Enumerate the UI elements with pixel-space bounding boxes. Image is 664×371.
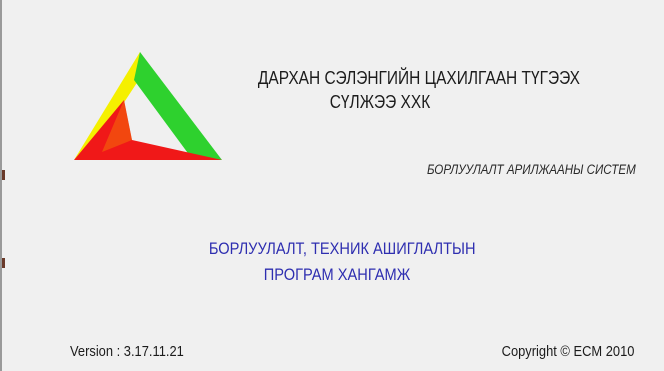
product-title-line1: БОРЛУУЛАЛТ, ТЕХНИК АШИГЛАЛТЫН bbox=[208, 239, 476, 258]
company-name-line2: СҮЛЖЭЭ ХХК bbox=[329, 92, 431, 112]
company-name-line1: ДАРХАН СЭЛЭНГИЙН ЦАХИЛГААН ТҮГЭЭХ bbox=[257, 68, 581, 88]
splash-screen: ДАРХАН СЭЛЭНГИЙН ЦАХИЛГААН ТҮГЭЭХ СҮЛЖЭЭ… bbox=[0, 0, 664, 371]
product-title: БОРЛУУЛАЛТ, ТЕХНИК АШИГЛАЛТЫН ПРОГРАМ ХА… bbox=[208, 236, 476, 288]
window-edge-mark bbox=[2, 170, 5, 180]
company-name: ДАРХАН СЭЛЭНГИЙН ЦАХИЛГААН ТҮГЭЭХ СҮЛЖЭЭ… bbox=[257, 66, 581, 114]
system-name: БОРЛУУЛАЛТ АРИЛЖААНЫ СИСТЕМ bbox=[427, 162, 636, 177]
product-title-line2: ПРОГРАМ ХАНГАМЖ bbox=[263, 265, 411, 284]
triangle-logo-icon bbox=[74, 52, 222, 160]
window-edge-mark bbox=[2, 258, 5, 268]
version-label: Version : 3.17.11.21 bbox=[70, 343, 184, 360]
copyright-label: Copyright © ECM 2010 bbox=[501, 343, 634, 360]
